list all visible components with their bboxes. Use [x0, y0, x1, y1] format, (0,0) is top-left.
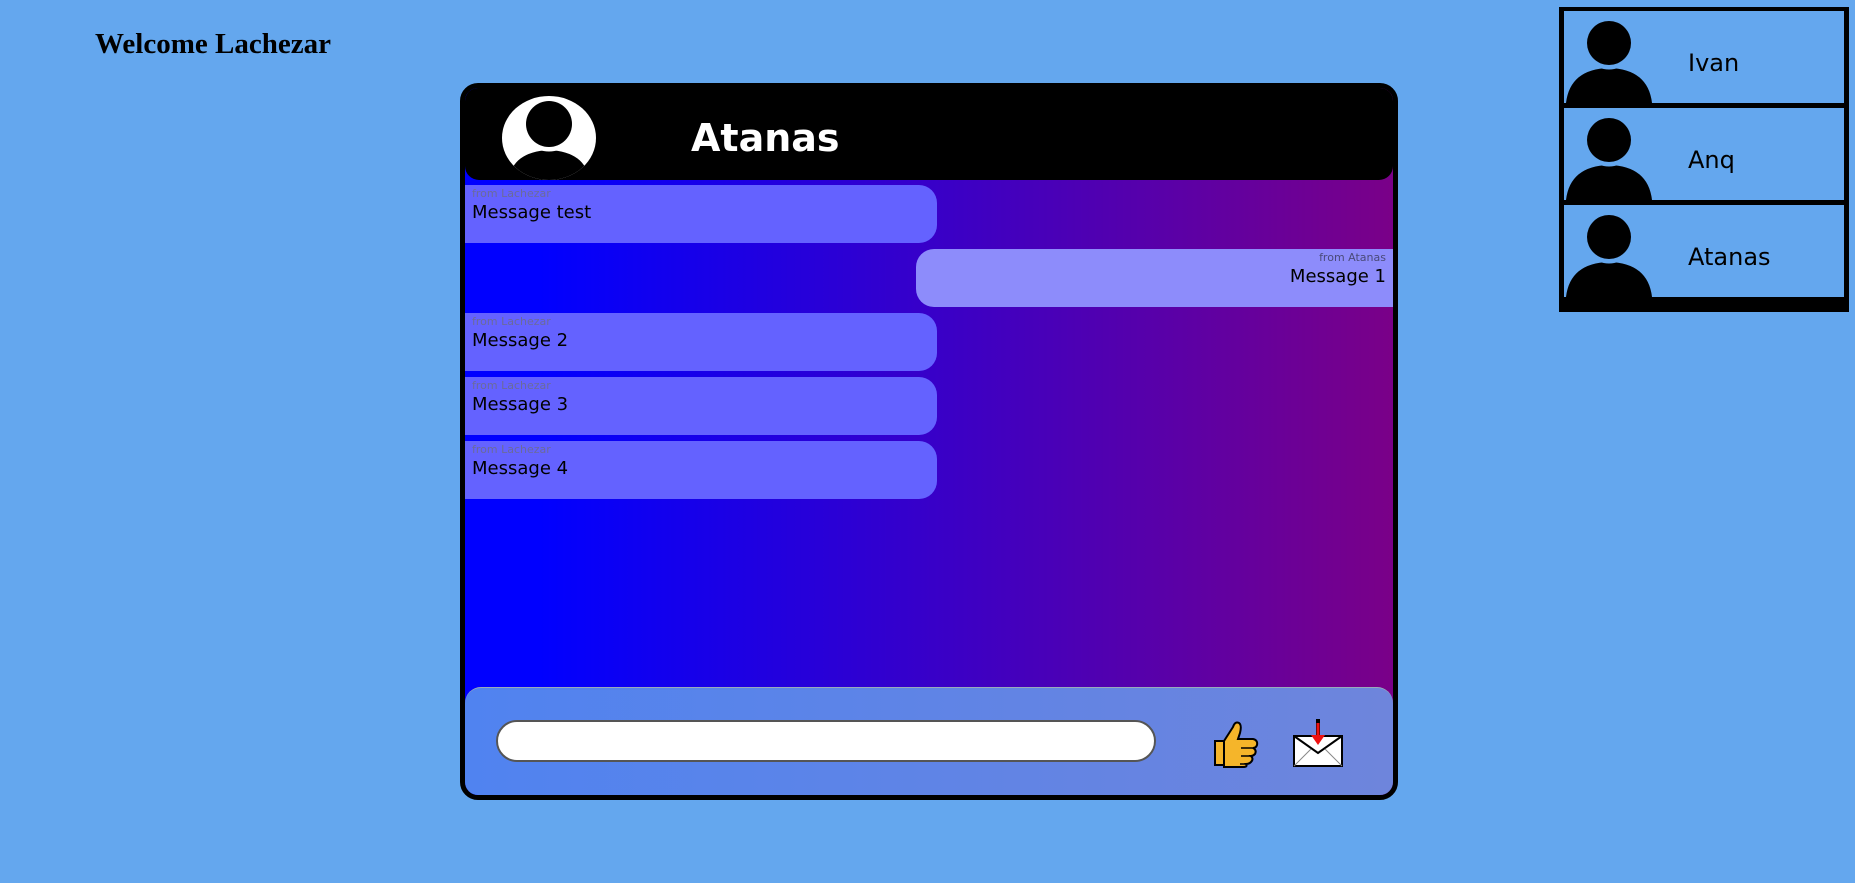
message-input[interactable] — [496, 720, 1156, 762]
user-avatar-icon — [502, 96, 596, 180]
message-sender: from Lachezar — [472, 379, 551, 392]
contact-name: Atanas — [1688, 243, 1771, 271]
message-sender: from Atanas — [1319, 251, 1386, 264]
message-bubble: from Lachezar Message 3 — [465, 377, 937, 435]
message-bubble: from Lachezar Message 2 — [465, 313, 937, 371]
like-button[interactable] — [1211, 719, 1261, 769]
message-text: Message 2 — [472, 330, 569, 351]
message-text: Message 4 — [472, 458, 569, 479]
message-text: Message 3 — [472, 394, 569, 415]
message-bubble: from Atanas Message 1 — [916, 249, 1393, 307]
message-composer — [465, 687, 1393, 795]
user-avatar-icon — [1566, 114, 1652, 200]
message-sender: from Lachezar — [472, 315, 551, 328]
chat-header: Atanas — [465, 88, 1393, 180]
contact-name: Anq — [1688, 146, 1735, 174]
message-sender: from Lachezar — [472, 443, 551, 456]
welcome-heading: Welcome Lachezar — [95, 28, 331, 60]
envelope-send-icon — [1293, 719, 1343, 767]
message-bubble: from Lachezar Message test — [465, 185, 937, 243]
contact-item-anq[interactable]: Anq — [1564, 108, 1844, 200]
user-avatar-icon — [1566, 211, 1652, 297]
contact-list: Ivan Anq Atanas — [1559, 7, 1849, 312]
thumbs-up-icon — [1214, 721, 1259, 768]
message-text: Message 1 — [1289, 266, 1386, 287]
message-text: Message test — [472, 202, 592, 223]
contact-name: Ivan — [1688, 49, 1740, 77]
contact-item-atanas[interactable]: Atanas — [1564, 205, 1844, 297]
user-avatar-icon — [1566, 17, 1652, 103]
send-button[interactable] — [1291, 719, 1345, 769]
contact-item-ivan[interactable]: Ivan — [1564, 11, 1844, 103]
message-bubble: from Lachezar Message 4 — [465, 441, 937, 499]
message-sender: from Lachezar — [472, 187, 551, 200]
chat-contact-name: Atanas — [691, 116, 840, 160]
chat-window: Atanas from Lachezar Message test from A… — [460, 83, 1398, 800]
